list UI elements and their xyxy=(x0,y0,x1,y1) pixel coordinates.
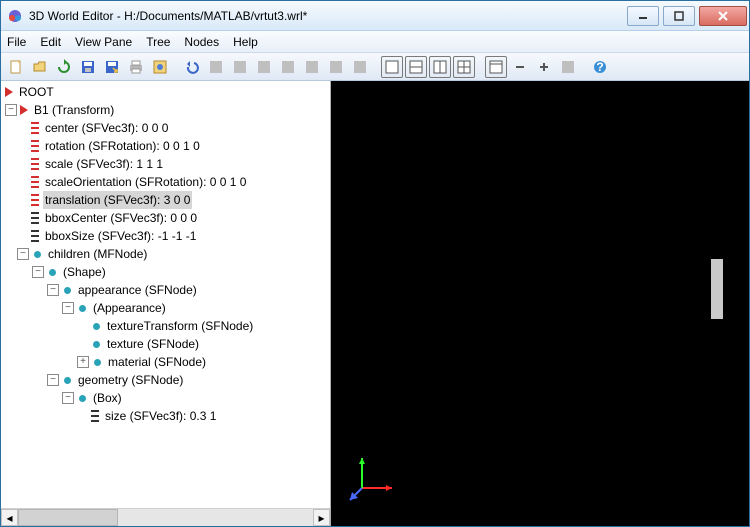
scroll-track[interactable] xyxy=(18,509,313,526)
toolbar: ? xyxy=(1,53,749,81)
titlebar[interactable]: 3D World Editor - H:/Documents/MATLAB/vr… xyxy=(1,1,749,31)
app-window: 3D World Editor - H:/Documents/MATLAB/vr… xyxy=(0,0,750,527)
menu-file[interactable]: File xyxy=(7,35,26,49)
tree-material[interactable]: +material (SFNode) xyxy=(5,353,330,371)
disabled-3 xyxy=(253,56,275,78)
h-scrollbar[interactable]: ◂ ▸ xyxy=(1,508,330,526)
node-icon xyxy=(20,105,28,115)
collapse-icon[interactable]: − xyxy=(32,266,44,278)
menubar: File Edit View Pane Tree Nodes Help xyxy=(1,31,749,53)
dot-icon xyxy=(93,341,100,348)
rendered-box xyxy=(711,259,723,319)
dot-icon xyxy=(64,287,71,294)
axes-widget xyxy=(346,454,396,504)
field-icon xyxy=(91,410,99,422)
scroll-left-icon[interactable]: ◂ xyxy=(1,509,18,526)
layout-1-icon[interactable] xyxy=(381,56,403,78)
collapse-icon[interactable]: − xyxy=(47,374,59,386)
new-icon[interactable] xyxy=(5,56,27,78)
tree-box[interactable]: −(Box) xyxy=(5,389,330,407)
tree-scaleorient[interactable]: scaleOrientation (SFRotation): 0 0 1 0 xyxy=(5,173,330,191)
help-icon[interactable]: ? xyxy=(589,56,611,78)
save-icon[interactable] xyxy=(77,56,99,78)
field-icon xyxy=(31,122,39,134)
tree-root[interactable]: ROOT xyxy=(5,83,330,101)
disabled-8 xyxy=(557,56,579,78)
undo-icon[interactable] xyxy=(181,56,203,78)
menu-tree[interactable]: Tree xyxy=(146,35,170,49)
tree-appearance[interactable]: −(Appearance) xyxy=(5,299,330,317)
field-icon xyxy=(31,176,39,188)
content-area: ROOT −B1 (Transform) center (SFVec3f): 0… xyxy=(1,81,749,526)
field-icon xyxy=(31,212,39,224)
disabled-2 xyxy=(229,56,251,78)
collapse-icon[interactable]: − xyxy=(17,248,29,260)
field-icon xyxy=(31,140,39,152)
scroll-right-icon[interactable]: ▸ xyxy=(313,509,330,526)
scene-tree[interactable]: ROOT −B1 (Transform) center (SFVec3f): 0… xyxy=(1,81,330,508)
disabled-4 xyxy=(277,56,299,78)
plus-icon[interactable] xyxy=(533,56,555,78)
tree-geometry[interactable]: −geometry (SFNode) xyxy=(5,371,330,389)
dot-icon xyxy=(49,269,56,276)
tree-b1[interactable]: −B1 (Transform) xyxy=(5,101,330,119)
open-icon[interactable] xyxy=(29,56,51,78)
dot-icon xyxy=(79,305,86,312)
minus-icon[interactable] xyxy=(509,56,531,78)
menu-nodes[interactable]: Nodes xyxy=(184,35,219,49)
saveas-icon[interactable] xyxy=(101,56,123,78)
collapse-icon[interactable]: − xyxy=(47,284,59,296)
menu-help[interactable]: Help xyxy=(233,35,258,49)
minimize-button[interactable] xyxy=(627,6,659,26)
window-title: 3D World Editor - H:/Documents/MATLAB/vr… xyxy=(29,9,623,23)
app-icon xyxy=(7,8,23,24)
tree-center[interactable]: center (SFVec3f): 0 0 0 xyxy=(5,119,330,137)
collapse-icon[interactable]: − xyxy=(62,392,74,404)
layout-2v-icon[interactable] xyxy=(429,56,451,78)
tree-texturetransform[interactable]: textureTransform (SFNode) xyxy=(5,317,330,335)
layout-4-icon[interactable] xyxy=(453,56,475,78)
world-icon[interactable] xyxy=(149,56,171,78)
viewport-3d[interactable] xyxy=(331,81,749,526)
tree-texture[interactable]: texture (SFNode) xyxy=(5,335,330,353)
print-icon[interactable] xyxy=(125,56,147,78)
tree-rotation[interactable]: rotation (SFRotation): 0 0 1 0 xyxy=(5,137,330,155)
field-icon xyxy=(31,230,39,242)
node-icon xyxy=(5,87,13,97)
expand-icon[interactable]: + xyxy=(77,356,89,368)
tree-appearance-node[interactable]: −appearance (SFNode) xyxy=(5,281,330,299)
selected-layout-icon[interactable] xyxy=(485,56,507,78)
tree-children[interactable]: −children (MFNode) xyxy=(5,245,330,263)
disabled-1 xyxy=(205,56,227,78)
menu-viewpane[interactable]: View Pane xyxy=(75,35,132,49)
tree-size[interactable]: size (SFVec3f): 0.3 1 xyxy=(5,407,330,425)
close-button[interactable] xyxy=(699,6,747,26)
field-icon xyxy=(31,158,39,170)
tree-shape[interactable]: −(Shape) xyxy=(5,263,330,281)
dot-icon xyxy=(93,323,100,330)
tree-bboxcenter[interactable]: bboxCenter (SFVec3f): 0 0 0 xyxy=(5,209,330,227)
scroll-thumb[interactable] xyxy=(18,509,118,526)
field-icon xyxy=(31,194,39,206)
tree-translation[interactable]: translation (SFVec3f): 3 0 0 xyxy=(5,191,330,209)
tree-bboxsize[interactable]: bboxSize (SFVec3f): -1 -1 -1 xyxy=(5,227,330,245)
dot-icon xyxy=(94,359,101,366)
maximize-button[interactable] xyxy=(663,6,695,26)
disabled-7 xyxy=(349,56,371,78)
collapse-icon[interactable]: − xyxy=(62,302,74,314)
tree-scale[interactable]: scale (SFVec3f): 1 1 1 xyxy=(5,155,330,173)
disabled-6 xyxy=(325,56,347,78)
reload-icon[interactable] xyxy=(53,56,75,78)
menu-edit[interactable]: Edit xyxy=(40,35,61,49)
collapse-icon[interactable]: − xyxy=(5,104,17,116)
dot-icon xyxy=(79,395,86,402)
layout-2h-icon[interactable] xyxy=(405,56,427,78)
disabled-5 xyxy=(301,56,323,78)
dot-icon xyxy=(34,251,41,258)
dot-icon xyxy=(64,377,71,384)
svg-text:?: ? xyxy=(596,60,603,74)
tree-pane: ROOT −B1 (Transform) center (SFVec3f): 0… xyxy=(1,81,331,526)
